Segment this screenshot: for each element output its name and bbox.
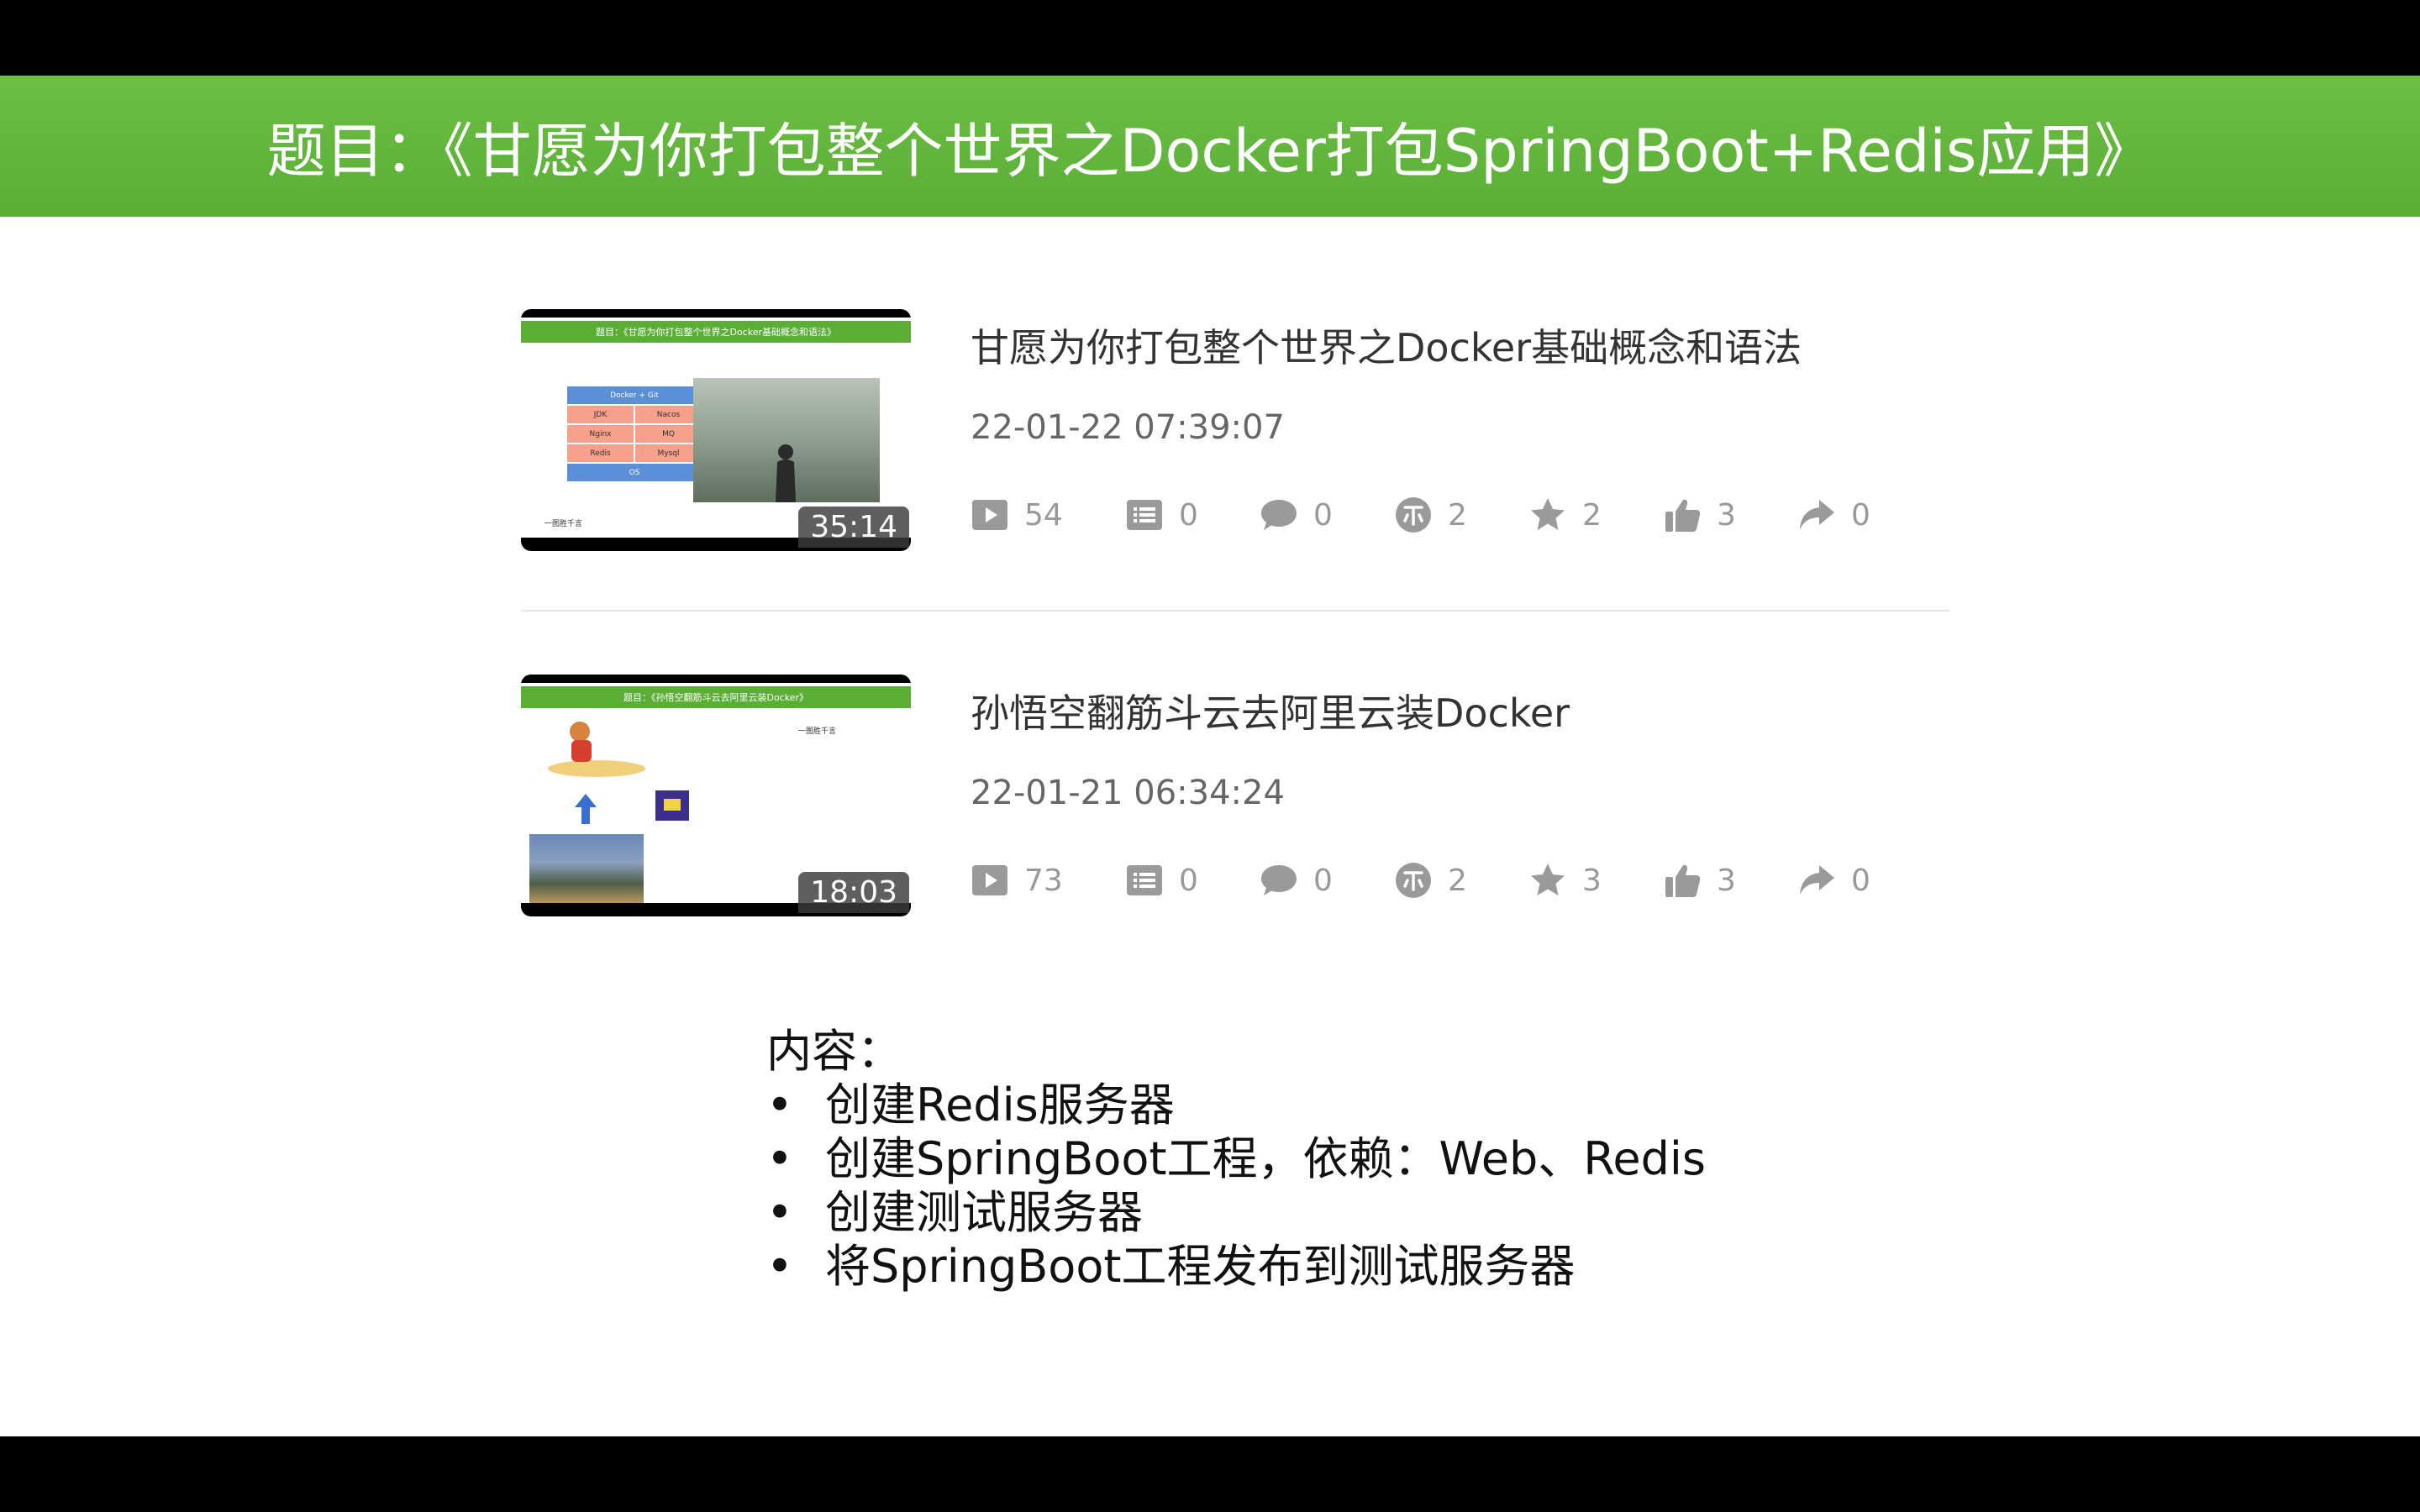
video-card[interactable]: 题目：《甘愿为你打包整个世界之Docker基础概念和语法》 Docker + G… bbox=[521, 309, 1949, 553]
video-thumbnail[interactable]: 题目：《孙悟空翻筋斗云去阿里云装Docker》 一图胜千言 18:03 bbox=[521, 675, 911, 916]
thumbnail-table-cell: Docker + Git bbox=[610, 391, 659, 400]
video-title[interactable]: 甘愿为你打包整个世界之Docker基础概念和语法 bbox=[971, 318, 1802, 373]
stat-value: 73 bbox=[1024, 863, 1063, 898]
list-item-text: 创建测试服务器 bbox=[825, 1186, 1143, 1239]
comment-icon bbox=[1261, 500, 1297, 530]
content-heading: 内容： bbox=[766, 1025, 902, 1078]
stat-comments: 0 bbox=[1260, 859, 1333, 901]
thumbnail-photo bbox=[529, 834, 644, 903]
thumbnail-table-cell: OS bbox=[629, 468, 640, 477]
stat-danmaku: 0 bbox=[1125, 494, 1198, 536]
coin-icon bbox=[1396, 863, 1431, 898]
comment-icon bbox=[1261, 865, 1297, 895]
video-thumbnail[interactable]: 题目：《甘愿为你打包整个世界之Docker基础概念和语法》 Docker + G… bbox=[521, 309, 911, 551]
stat-shares: 0 bbox=[1797, 494, 1870, 536]
thumbnail-table: Docker + Git JDK Nacos Nginx MQ Redis Mysql… bbox=[567, 386, 703, 484]
stat-favorites: 3 bbox=[1528, 859, 1602, 901]
stat-favorites: 2 bbox=[1528, 494, 1602, 536]
thumbs-up-icon bbox=[1665, 499, 1701, 532]
stat-value: 0 bbox=[1851, 497, 1870, 533]
slide-title: 题目：《甘愿为你打包整个世界之Docker打包SpringBoot+Redis应… bbox=[266, 116, 2154, 186]
stat-value: 2 bbox=[1582, 497, 1602, 533]
play-icon bbox=[972, 500, 1007, 530]
content-block: 内容： • 创建Redis服务器 • 创建SpringBoot工程，依赖：Web、R… bbox=[766, 1025, 1706, 1294]
thumbnail-image: 题目：《甘愿为你打包整个世界之Docker基础概念和语法》 Docker + G… bbox=[521, 318, 911, 538]
stat-value: 2 bbox=[1448, 863, 1467, 898]
thumbnail-caption: 一图胜千言 bbox=[544, 520, 583, 528]
stat-plays: 73 bbox=[971, 859, 1063, 901]
video-title[interactable]: 孙悟空翻筋斗云去阿里云装Docker bbox=[971, 683, 1570, 738]
share-icon bbox=[1800, 500, 1834, 529]
arrow-up-icon bbox=[575, 794, 597, 824]
thumbnail-image: 题目：《孙悟空翻筋斗云去阿里云装Docker》 一图胜千言 bbox=[521, 683, 911, 903]
coin-icon bbox=[1396, 497, 1431, 533]
video-stats: 54 0 0 2 2 3 0 bbox=[971, 494, 1937, 536]
bullet: • bbox=[766, 1132, 793, 1185]
thumbnail-note: 一图胜千言 bbox=[798, 727, 837, 736]
thumbnail-table-cell: MQ bbox=[635, 425, 702, 443]
stat-comments: 0 bbox=[1260, 494, 1333, 536]
terminal-icon bbox=[655, 790, 689, 821]
thumbnail-table-cell: Redis bbox=[567, 444, 634, 462]
duration-badge: 18:03 bbox=[798, 872, 909, 913]
list-item: • 创建Redis服务器 bbox=[766, 1079, 1706, 1132]
thumbnail-table-cell: Nacos bbox=[635, 406, 702, 423]
list-item: • 创建测试服务器 bbox=[766, 1186, 1706, 1240]
thumbnail-header: 题目：《甘愿为你打包整个世界之Docker基础概念和语法》 bbox=[521, 321, 911, 343]
stat-value: 2 bbox=[1448, 497, 1467, 533]
stat-coins: 2 bbox=[1394, 494, 1467, 536]
stat-value: 0 bbox=[1313, 497, 1333, 533]
silhouette-icon bbox=[776, 444, 796, 502]
stat-likes: 3 bbox=[1663, 859, 1736, 901]
video-date: 22-01-21 06:34:24 bbox=[971, 774, 1285, 812]
stat-shares: 0 bbox=[1797, 859, 1870, 901]
stat-value: 0 bbox=[1313, 863, 1333, 898]
stat-value: 54 bbox=[1024, 497, 1063, 533]
stat-likes: 3 bbox=[1663, 494, 1736, 536]
list-item: • 创建SpringBoot工程，依赖：Web、Redis bbox=[766, 1132, 1706, 1186]
stat-danmaku: 0 bbox=[1125, 859, 1198, 901]
title-bar: 题目：《甘愿为你打包整个世界之Docker打包SpringBoot+Redis应… bbox=[0, 76, 2420, 217]
bullet: • bbox=[766, 1240, 793, 1293]
divider bbox=[521, 610, 1949, 612]
stat-coins: 2 bbox=[1394, 859, 1467, 901]
stat-plays: 54 bbox=[971, 494, 1063, 536]
thumbs-up-icon bbox=[1665, 864, 1701, 897]
star-icon bbox=[1531, 498, 1565, 530]
danmaku-icon bbox=[1127, 500, 1162, 530]
stat-value: 0 bbox=[1179, 863, 1198, 898]
cloud-character-icon bbox=[548, 722, 645, 777]
slide: 题目：《甘愿为你打包整个世界之Docker打包SpringBoot+Redis应… bbox=[0, 76, 2420, 1436]
video-stats: 73 0 0 2 3 3 0 bbox=[971, 859, 1937, 901]
bullet: • bbox=[766, 1079, 793, 1131]
list-item-text: 将SpringBoot工程发布到测试服务器 bbox=[825, 1240, 1576, 1293]
list-item-text: 创建Redis服务器 bbox=[825, 1079, 1175, 1131]
share-icon bbox=[1800, 865, 1834, 895]
thumbnail-table-cell: Mysql bbox=[635, 444, 702, 462]
duration-badge: 35:14 bbox=[798, 507, 909, 548]
stat-value: 3 bbox=[1717, 497, 1736, 533]
stat-value: 0 bbox=[1851, 863, 1870, 898]
thumbnail-table-cell: Nginx bbox=[567, 425, 634, 443]
star-icon bbox=[1531, 864, 1565, 895]
video-card[interactable]: 题目：《孙悟空翻筋斗云去阿里云装Docker》 一图胜千言 18:03 孙悟空翻 bbox=[521, 675, 1949, 918]
thumbnail-header: 题目：《孙悟空翻筋斗云去阿里云装Docker》 bbox=[521, 686, 911, 708]
danmaku-icon bbox=[1127, 865, 1162, 895]
list-item: • 将SpringBoot工程发布到测试服务器 bbox=[766, 1240, 1706, 1294]
thumbnail-table-cell: JDK bbox=[567, 406, 634, 423]
stat-value: 3 bbox=[1717, 863, 1736, 898]
list-item-text: 创建SpringBoot工程，依赖：Web、Redis bbox=[825, 1132, 1707, 1185]
stat-value: 0 bbox=[1179, 497, 1198, 533]
play-icon bbox=[972, 865, 1007, 895]
video-date: 22-01-22 07:39:07 bbox=[971, 408, 1285, 447]
thumbnail-photo bbox=[693, 378, 880, 502]
bullet: • bbox=[766, 1186, 793, 1239]
stat-value: 3 bbox=[1582, 863, 1602, 898]
